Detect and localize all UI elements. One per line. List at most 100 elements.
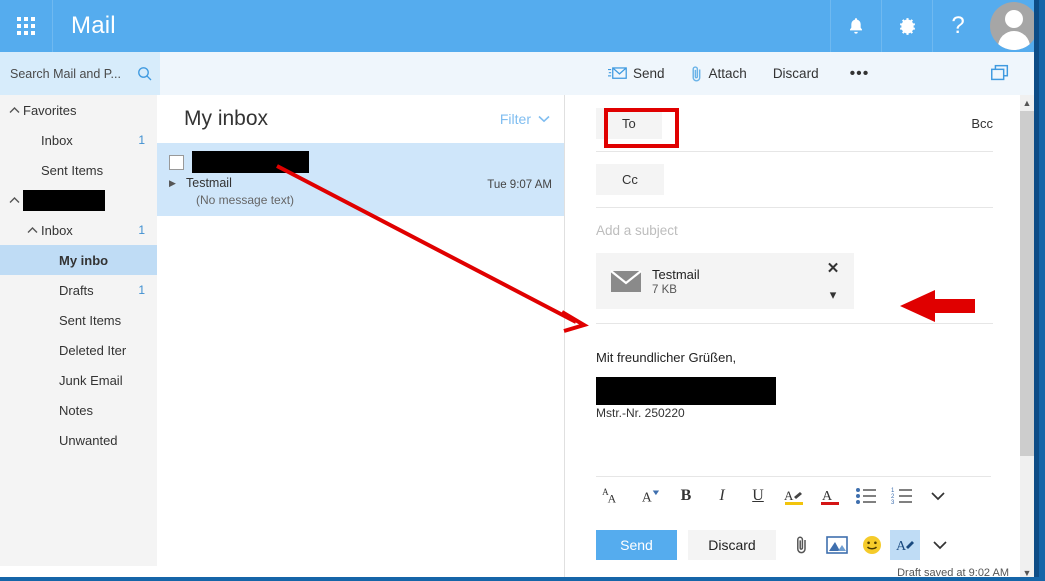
settings-gear-icon[interactable] bbox=[881, 0, 932, 52]
notifications-bell-icon[interactable] bbox=[830, 0, 881, 52]
sidebar-item-count: 1 bbox=[138, 133, 145, 147]
remove-attachment-x-icon[interactable]: ✕ bbox=[827, 261, 840, 276]
sidebar-item-label: Notes bbox=[59, 402, 93, 418]
send-toolbar-label: Send bbox=[633, 66, 665, 81]
bullet-list-icon[interactable] bbox=[848, 477, 884, 515]
insert-picture-icon[interactable] bbox=[822, 530, 852, 560]
chevron-up-icon[interactable] bbox=[26, 226, 39, 234]
sidebar-item-label: Inbox bbox=[41, 132, 73, 148]
cc-field[interactable]: Cc bbox=[596, 164, 664, 195]
sidebar-item-unwanted[interactable]: Unwanted bbox=[0, 425, 157, 455]
sidebar-item-deleted-iter[interactable]: Deleted Iter bbox=[0, 335, 157, 365]
search-magnifier-icon bbox=[138, 66, 152, 80]
sidebar-item-label: Sent Items bbox=[41, 162, 104, 178]
sidebar-item-notes[interactable]: Notes bbox=[0, 395, 157, 425]
highlight-icon[interactable]: A bbox=[776, 477, 812, 515]
message-list-pane: My inbox Filter ▶ Testmail Tue 9:07 AM (… bbox=[157, 95, 565, 581]
chevron-down-icon bbox=[538, 115, 550, 123]
more-toolbar-button[interactable]: ••• bbox=[832, 52, 883, 95]
message-list-title: My inbox bbox=[184, 107, 269, 130]
scroll-up-arrow-icon[interactable]: ▲ bbox=[1020, 95, 1034, 111]
discard-toolbar-button[interactable]: Discard bbox=[760, 52, 832, 95]
signature-redacted bbox=[596, 377, 776, 405]
italic-icon[interactable]: I bbox=[704, 477, 740, 515]
sidebar-item-junk-email[interactable]: Junk Email bbox=[0, 365, 157, 395]
attachment-actions: ✕ ▾ bbox=[822, 261, 844, 301]
filter-dropdown[interactable]: Filter bbox=[500, 111, 550, 127]
scrollbar-thumb[interactable] bbox=[1020, 111, 1034, 456]
secondary-toolbar: Search Mail and P... Send Attach Discard… bbox=[0, 52, 1045, 96]
more-toolbar-label: ••• bbox=[849, 64, 870, 82]
filter-label: Filter bbox=[499, 111, 531, 127]
sidebar-item-label: Inbox bbox=[41, 222, 73, 238]
send-button[interactable]: Send bbox=[596, 530, 677, 560]
bcc-link[interactable]: Bcc bbox=[971, 116, 993, 131]
sidebar-item-drafts[interactable]: Drafts 1 bbox=[0, 275, 157, 305]
attachment-size: 7 KB bbox=[652, 283, 677, 296]
send-toolbar-button[interactable]: Send bbox=[595, 52, 678, 95]
compose-bottom-bar: Send Discard A Draft saved at 9:02 AM bbox=[565, 520, 1021, 581]
message-checkbox[interactable] bbox=[169, 154, 184, 170]
body-greeting-text: Mit freundlicher Grüßen, bbox=[596, 350, 737, 365]
send-envelope-icon bbox=[608, 67, 627, 79]
sidebar-item-account[interactable] bbox=[0, 185, 157, 215]
attachment-card[interactable]: Testmail 7 KB ✕ ▾ bbox=[596, 253, 854, 309]
svg-text:A: A bbox=[896, 539, 907, 554]
window-bottom-edge bbox=[0, 577, 1045, 581]
more-options-chevron-icon[interactable] bbox=[925, 530, 955, 560]
font-size-icon[interactable]: AA bbox=[596, 477, 632, 515]
discard-button[interactable]: Discard bbox=[688, 530, 776, 560]
app-launcher-grid-icon[interactable] bbox=[0, 0, 53, 52]
chevron-up-icon[interactable] bbox=[8, 106, 21, 114]
numbered-list-icon[interactable]: 123 bbox=[884, 477, 920, 515]
sidebar-item-count: 1 bbox=[138, 223, 145, 237]
sidebar-account-name-redacted bbox=[23, 189, 145, 211]
page-title: Mail bbox=[71, 12, 116, 39]
underline-icon[interactable]: U bbox=[740, 477, 776, 515]
more-formatting-chevron-icon[interactable] bbox=[920, 477, 956, 515]
svg-text:A: A bbox=[608, 491, 617, 505]
attachment-envelope-icon bbox=[606, 269, 646, 293]
message-time: Tue 9:07 AM bbox=[487, 179, 552, 191]
search-input[interactable]: Search Mail and P... bbox=[0, 52, 160, 95]
font-color-dropdown-icon[interactable]: A bbox=[632, 477, 668, 515]
svg-text:3: 3 bbox=[891, 500, 895, 505]
pop-out-window-icon[interactable] bbox=[989, 62, 1011, 87]
emoji-icon[interactable] bbox=[857, 530, 887, 560]
compose-actions-toolbar: Send Attach Discard ••• bbox=[595, 52, 882, 95]
sidebar-item-favorites[interactable]: Favorites bbox=[0, 95, 157, 125]
sidebar-item-sent-items[interactable]: Sent Items bbox=[0, 155, 157, 185]
window-right-edge bbox=[1034, 0, 1045, 581]
message-subject: Testmail bbox=[186, 176, 232, 190]
vertical-scrollbar[interactable]: ▲ ▼ bbox=[1020, 95, 1034, 581]
message-list-header: My inbox Filter bbox=[157, 95, 564, 143]
search-placeholder: Search Mail and P... bbox=[10, 66, 121, 81]
svg-text:A: A bbox=[822, 489, 833, 504]
message-list-item[interactable]: ▶ Testmail Tue 9:07 AM (No message text) bbox=[157, 143, 564, 216]
formatting-toolbar: AA A B I U A A 123 bbox=[596, 476, 991, 515]
expand-triangle-icon[interactable]: ▶ bbox=[169, 178, 179, 189]
paperclip-icon bbox=[692, 65, 700, 81]
message-body-area[interactable]: Testmail 7 KB ✕ ▾ Mit freundlicher Grüße… bbox=[596, 253, 993, 417]
attachment-chevron-down-icon[interactable]: ▾ bbox=[830, 288, 837, 301]
subject-input[interactable]: Add a subject bbox=[596, 208, 993, 253]
to-field[interactable]: To bbox=[596, 107, 662, 139]
top-navigation-bar: Mail ? bbox=[0, 0, 1045, 52]
signature-cut-line: Mstr.-Nr. 250220 bbox=[596, 407, 685, 417]
chevron-up-icon[interactable] bbox=[8, 196, 21, 204]
help-button[interactable]: ? bbox=[932, 0, 983, 52]
sidebar-item-inbox[interactable]: Inbox 1 bbox=[0, 215, 157, 245]
formatting-pen-icon[interactable]: A bbox=[890, 530, 920, 560]
sidebar-item-my-inbo[interactable]: My inbo bbox=[0, 245, 157, 275]
sidebar-item-count: 1 bbox=[138, 283, 145, 297]
attachment-info: Testmail 7 KB bbox=[646, 267, 822, 296]
attach-toolbar-button[interactable]: Attach bbox=[678, 52, 760, 95]
sidebar-item-label: Drafts bbox=[59, 282, 94, 298]
sidebar-item-inbox[interactable]: Inbox 1 bbox=[0, 125, 157, 155]
sidebar-item-sent-items[interactable]: Sent Items bbox=[0, 305, 157, 335]
attach-paperclip-icon[interactable] bbox=[787, 530, 817, 560]
folder-sidebar: Favorites Inbox 1 Sent Items Inbox 1 My inbo Dr… bbox=[0, 95, 157, 566]
cc-field-row: Cc bbox=[596, 152, 993, 208]
bold-icon[interactable]: B bbox=[668, 477, 704, 515]
text-color-icon[interactable]: A bbox=[812, 477, 848, 515]
